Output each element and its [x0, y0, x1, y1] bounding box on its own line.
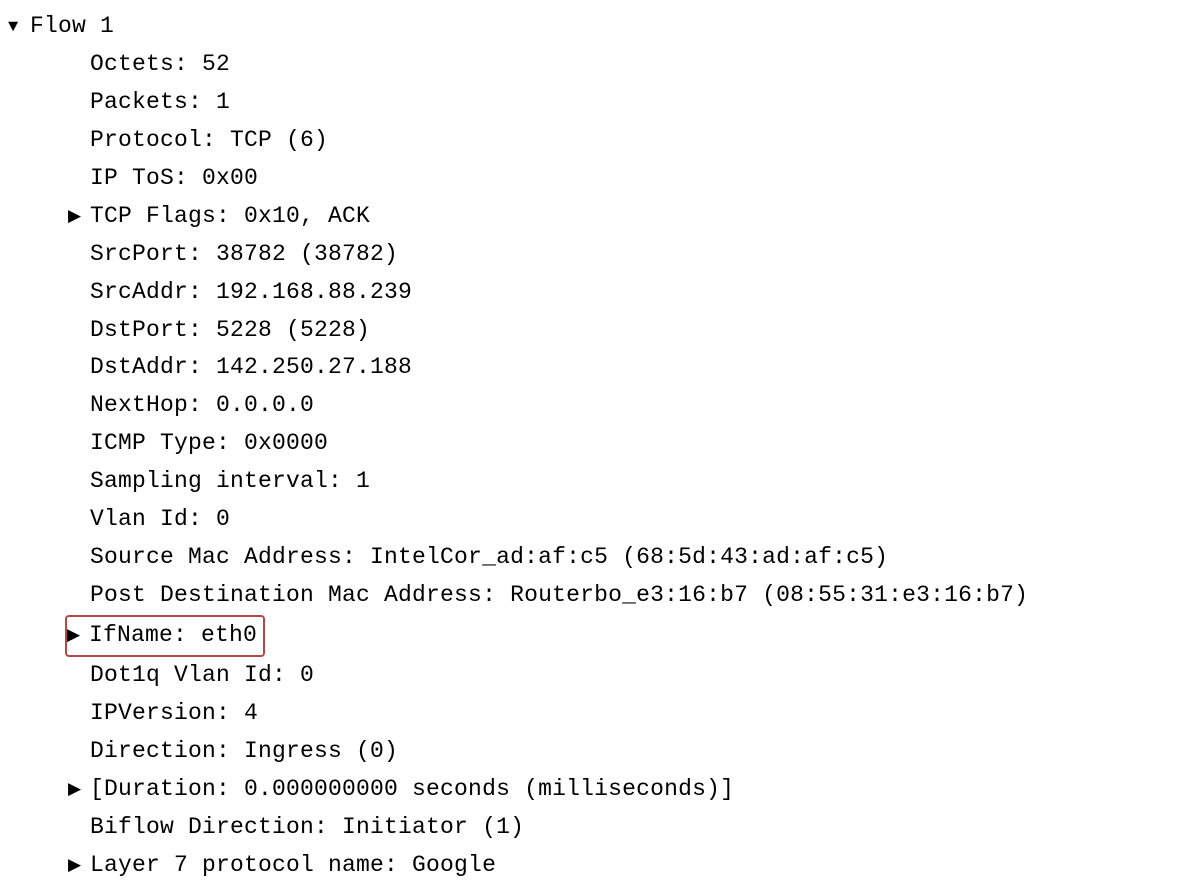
field-label: SrcAddr: 192.168.88.239 — [90, 274, 412, 312]
field-label: IPVersion: 4 — [90, 695, 258, 733]
tree-row[interactable]: Protocol: TCP (6) — [8, 122, 1192, 160]
tree-row[interactable]: NextHop: 0.0.0.0 — [8, 387, 1192, 425]
field-label: IfName: eth0 — [89, 622, 257, 648]
field-label: Biflow Direction: Initiator (1) — [90, 809, 524, 847]
tree-row[interactable]: DstPort: 5228 (5228) — [8, 312, 1192, 350]
tree-row[interactable]: SrcAddr: 192.168.88.239 — [8, 274, 1192, 312]
field-label: TCP Flags: 0x10, ACK — [90, 198, 370, 236]
field-label: Vlan Id: 0 — [90, 501, 230, 539]
field-label: Protocol: TCP (6) — [90, 122, 328, 160]
tree-row-flow-root[interactable]: ▼ Flow 1 — [8, 8, 1192, 46]
field-label: ICMP Type: 0x0000 — [90, 425, 328, 463]
field-label: Dot1q Vlan Id: 0 — [90, 657, 314, 695]
chevron-right-icon[interactable]: ▶ — [67, 623, 89, 651]
tree-row[interactable]: Dot1q Vlan Id: 0 — [8, 657, 1192, 695]
tree-row[interactable]: ▶Layer 7 protocol name: Google — [8, 847, 1192, 885]
field-label: DstAddr: 142.250.27.188 — [90, 349, 412, 387]
tree-row[interactable]: Source Mac Address: IntelCor_ad:af:c5 (6… — [8, 539, 1192, 577]
field-label: Sampling interval: 1 — [90, 463, 370, 501]
chevron-right-icon[interactable]: ▶ — [68, 853, 90, 881]
field-label: [Duration: 0.000000000 seconds (millisec… — [90, 771, 734, 809]
tree-row[interactable]: Biflow Direction: Initiator (1) — [8, 809, 1192, 847]
tree-row[interactable]: SrcPort: 38782 (38782) — [8, 236, 1192, 274]
chevron-right-icon[interactable]: ▶ — [68, 777, 90, 805]
tree-row[interactable]: Sampling interval: 1 — [8, 463, 1192, 501]
tree-row[interactable]: ▶IfName: eth0 — [8, 615, 1192, 657]
field-label: Layer 7 protocol name: Google — [90, 847, 496, 885]
flow-title-label: Flow 1 — [30, 8, 114, 46]
field-label: Packets: 1 — [90, 84, 230, 122]
field-label: Octets: 52 — [90, 46, 230, 84]
highlight-box: ▶IfName: eth0 — [65, 615, 265, 657]
tree-row[interactable]: IP ToS: 0x00 — [8, 160, 1192, 198]
field-label: DstPort: 5228 (5228) — [90, 312, 370, 350]
tree-row[interactable]: Vlan Id: 0 — [8, 501, 1192, 539]
tree-row[interactable]: ▶[Duration: 0.000000000 seconds (millise… — [8, 771, 1192, 809]
field-label: SrcPort: 38782 (38782) — [90, 236, 398, 274]
flow-children-container: Octets: 52Packets: 1Protocol: TCP (6)IP … — [8, 46, 1192, 885]
chevron-down-icon[interactable]: ▼ — [8, 14, 30, 42]
tree-row[interactable]: IPVersion: 4 — [8, 695, 1192, 733]
field-label: NextHop: 0.0.0.0 — [90, 387, 314, 425]
tree-row[interactable]: Packets: 1 — [8, 84, 1192, 122]
field-label: Direction: Ingress (0) — [90, 733, 398, 771]
field-label: IP ToS: 0x00 — [90, 160, 258, 198]
tree-row[interactable]: Direction: Ingress (0) — [8, 733, 1192, 771]
chevron-right-icon[interactable]: ▶ — [68, 204, 90, 232]
tree-row[interactable]: DstAddr: 142.250.27.188 — [8, 349, 1192, 387]
tree-row[interactable]: ICMP Type: 0x0000 — [8, 425, 1192, 463]
field-label: Post Destination Mac Address: Routerbo_e… — [90, 577, 1028, 615]
field-label: Source Mac Address: IntelCor_ad:af:c5 (6… — [90, 539, 888, 577]
tree-row[interactable]: Post Destination Mac Address: Routerbo_e… — [8, 577, 1192, 615]
tree-row[interactable]: ▶TCP Flags: 0x10, ACK — [8, 198, 1192, 236]
tree-row[interactable]: Octets: 52 — [8, 46, 1192, 84]
